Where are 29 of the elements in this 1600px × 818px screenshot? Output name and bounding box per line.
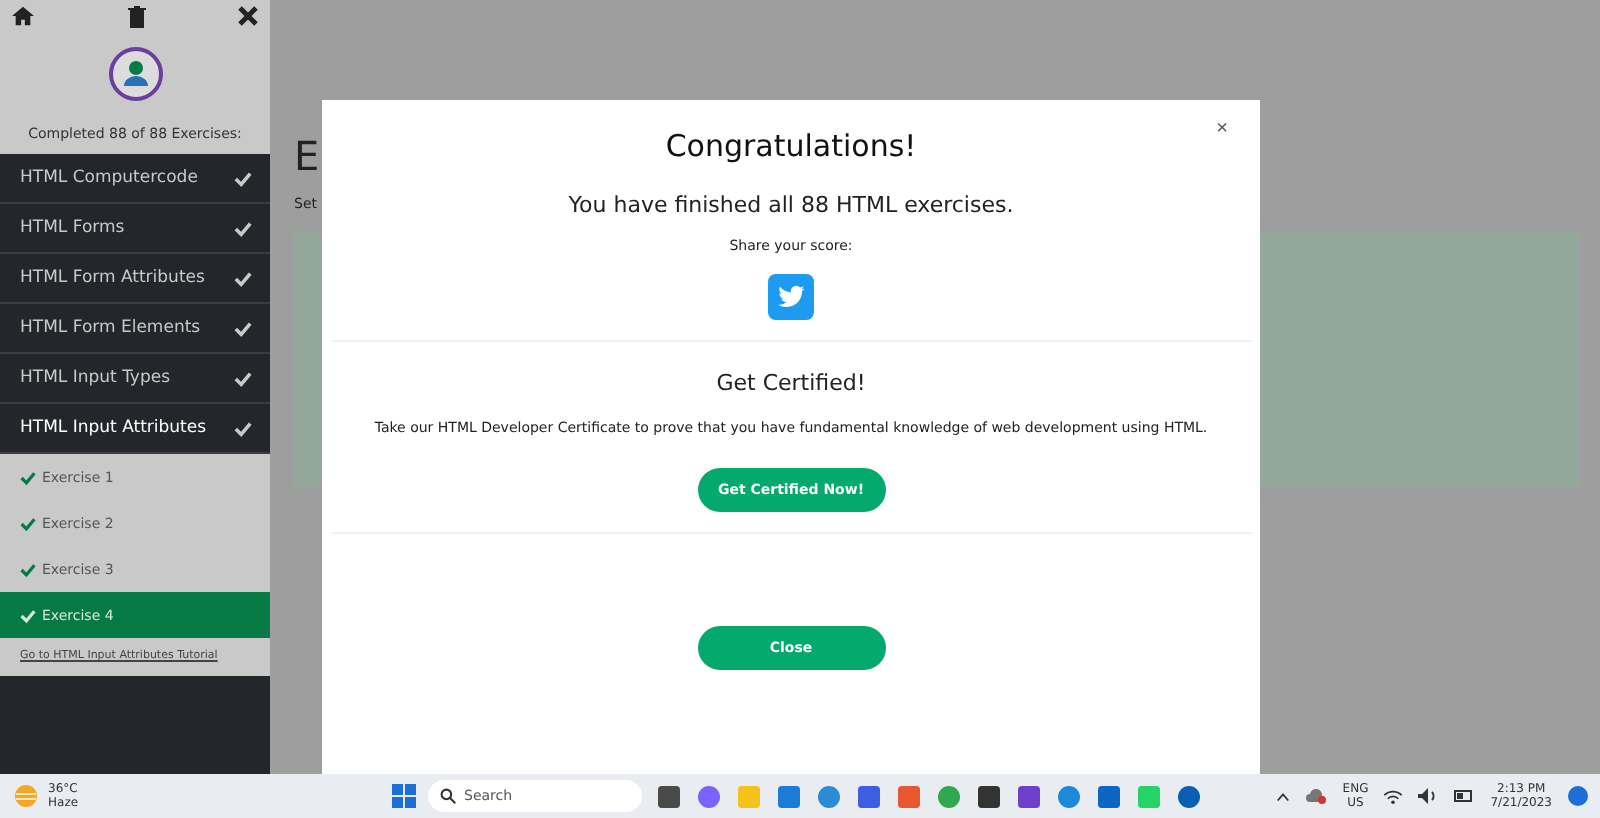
wifi-icon[interactable] bbox=[1384, 789, 1403, 803]
check-icon bbox=[234, 369, 252, 387]
dialog-message: You have finished all 88 HTML exercises. bbox=[568, 192, 1014, 218]
start-icon[interactable] bbox=[392, 784, 416, 808]
twitter-icon[interactable] bbox=[768, 274, 814, 320]
battery-icon[interactable] bbox=[1454, 790, 1475, 802]
check-icon bbox=[234, 219, 252, 237]
avatar-icon bbox=[107, 46, 163, 102]
cloud-icon[interactable] bbox=[1306, 788, 1327, 804]
notification-icon[interactable] bbox=[1568, 786, 1588, 806]
sun-icon bbox=[12, 782, 40, 810]
check-icon bbox=[234, 319, 252, 337]
close-button[interactable]: × bbox=[1216, 118, 1228, 140]
page-heading: E bbox=[294, 132, 320, 180]
certified-title: Get Certified! bbox=[716, 370, 866, 396]
chevron-up-icon[interactable] bbox=[1276, 791, 1291, 801]
check-icon bbox=[20, 515, 36, 531]
check-icon bbox=[20, 607, 36, 623]
check-icon bbox=[20, 561, 36, 577]
check-icon bbox=[20, 469, 36, 485]
check-icon bbox=[234, 269, 252, 287]
dialog-title: Congratulations! bbox=[665, 128, 917, 164]
speaker-icon[interactable] bbox=[1418, 788, 1439, 804]
home-icon[interactable] bbox=[12, 6, 34, 26]
search-icon bbox=[440, 788, 456, 804]
check-icon bbox=[234, 169, 252, 187]
check-icon bbox=[234, 419, 252, 437]
close-icon[interactable] bbox=[238, 6, 258, 26]
trash-icon[interactable] bbox=[127, 6, 145, 28]
